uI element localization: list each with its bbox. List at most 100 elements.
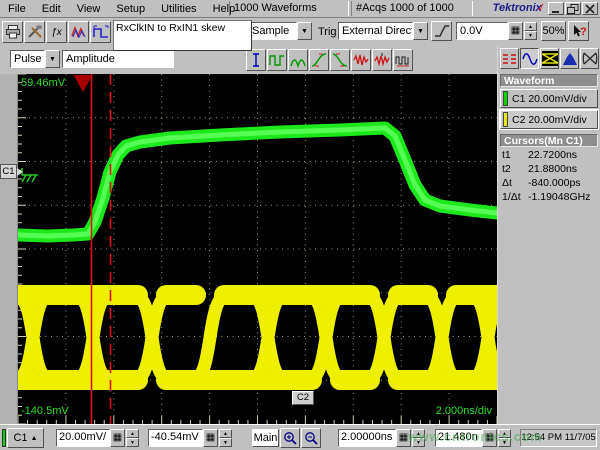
oscilloscope-app: File Edit View Setup Utilities Help 1000…	[0, 0, 600, 450]
waveform-view-button[interactable]	[520, 48, 539, 69]
trigger-level-input[interactable]: 0.0V	[456, 22, 508, 40]
vertical-scale-keypad-button[interactable]: ▦	[110, 429, 125, 447]
channel-select-button[interactable]: C1 ▲	[7, 428, 44, 448]
rise-time-icon	[311, 52, 327, 68]
top-voltage-label: 59.46mV	[21, 77, 65, 89]
c2-waveform-tag[interactable]: C2	[292, 391, 314, 405]
magnifier-minus-icon	[304, 431, 319, 446]
horizontal-scale-keypad-button[interactable]: ▦	[396, 429, 411, 447]
graticule-left-margin	[0, 74, 18, 424]
histogram-button[interactable]	[560, 48, 579, 69]
meas-period-button[interactable]	[267, 49, 287, 71]
measurement-tooltip: RxClkIN to RxIN1 skew	[113, 20, 252, 51]
fall-time-icon	[332, 52, 348, 68]
mask-test-button[interactable]	[580, 48, 599, 69]
horizontal-position-spinner[interactable]: ▲▼	[498, 429, 511, 447]
channel-c2-button[interactable]: C2 20.00mV/div	[500, 110, 598, 129]
chevron-up-icon: ▲	[31, 435, 38, 442]
cursor-row-t2: t221.8800ns	[502, 162, 598, 176]
main-view-button[interactable]: Main	[252, 429, 279, 447]
meas-fall-time-button[interactable]	[330, 49, 350, 71]
acquisition-mode-select[interactable]: Sample ▼	[248, 22, 312, 40]
cursors-mode-button[interactable]	[500, 48, 519, 69]
double-peak-icon	[290, 52, 306, 68]
rising-edge-icon	[434, 24, 450, 38]
tools-icon	[27, 25, 43, 39]
acquisition-toolbar: ƒx Sample ▼ Trig External Direct ▼ 0.0V …	[0, 18, 600, 46]
cursor-row-inv-dt: 1/Δt-1.19048GHz	[502, 190, 598, 204]
menu-view[interactable]: View	[69, 1, 109, 17]
vertical-scale-input[interactable]: 20.00mV/	[56, 429, 110, 447]
menu-file[interactable]: File	[0, 1, 34, 17]
minimize-button[interactable]	[548, 2, 564, 15]
spin-down-icon[interactable]: ▼	[524, 31, 537, 40]
zoom-out-button[interactable]	[301, 428, 321, 448]
menu-bar: File Edit View Setup Utilities Help 1000…	[0, 0, 600, 18]
menu-utilities[interactable]: Utilities	[153, 1, 204, 17]
scope-canvas[interactable]	[18, 74, 497, 424]
measurement-category-select[interactable]: Pulse ▼	[10, 50, 60, 68]
waveform-display: 59.46mV -140.5mV 2.000ns/div C2	[18, 74, 497, 424]
trigger-source-value: External Direct	[338, 22, 413, 40]
printer-icon	[5, 25, 21, 39]
c1-status-stripe	[2, 429, 6, 447]
vertical-offset-spinner[interactable]: ▲▼	[219, 429, 232, 447]
acquisition-mode-dropdown-icon[interactable]: ▼	[297, 22, 312, 40]
clock-readout: 12:54 PM 11/7/05	[520, 429, 597, 447]
math-function-button[interactable]: ƒx	[46, 21, 67, 43]
timebase-label: 2.000ns/div	[436, 405, 492, 417]
waveform-button[interactable]	[68, 21, 89, 43]
meas-rise-time-button[interactable]	[309, 49, 329, 71]
setup-tools-button[interactable]	[24, 21, 45, 43]
eye-mask-icon	[582, 51, 598, 66]
eye-pattern-button[interactable]	[540, 48, 559, 69]
spin-up-icon[interactable]: ▲	[524, 22, 537, 31]
fx-icon: ƒx	[51, 27, 62, 38]
measurement-category-dropdown-icon[interactable]: ▼	[45, 50, 60, 68]
keypad-icon: ▦	[399, 432, 408, 443]
zoom-in-button[interactable]	[280, 428, 300, 448]
meas-burst-button[interactable]	[288, 49, 308, 71]
cursor-row-t1: t122.7200ns	[502, 148, 598, 162]
amplitude-icon	[249, 52, 263, 68]
context-help-button[interactable]: ?	[568, 21, 589, 41]
set-50-percent-button[interactable]: 50%	[541, 21, 566, 41]
channel-c1-button[interactable]: C1 20.00mV/div	[500, 89, 598, 108]
pulse-capture-button[interactable]	[90, 21, 111, 43]
c1-color-chip	[503, 91, 508, 106]
trigger-level-keypad-button[interactable]: ▦	[508, 22, 523, 40]
meas-jitter-button[interactable]	[372, 49, 392, 71]
keypad-icon: ▦	[113, 432, 122, 443]
trigger-source-dropdown-icon[interactable]: ▼	[413, 22, 428, 40]
menu-edit[interactable]: Edit	[34, 1, 69, 17]
horizontal-scale-input[interactable]: 2.00000ns	[338, 429, 396, 447]
vertical-offset-input[interactable]: -40.54mV	[148, 429, 203, 447]
right-panel: Waveform C1 20.00mV/div C2 20.00mV/div C…	[497, 46, 600, 424]
horizontal-position-keypad-button[interactable]: ▦	[482, 429, 497, 447]
measurement-select[interactable]: Amplitude	[62, 50, 174, 68]
print-button[interactable]	[2, 21, 23, 43]
cursor-row-dt: Δt-840.000ps	[502, 176, 598, 190]
trigger-level-spinner[interactable]: ▲▼	[524, 22, 537, 40]
meas-noise-button[interactable]	[351, 49, 371, 71]
restore-button[interactable]	[565, 2, 581, 15]
tektronix-logo: Tektronix✓	[493, 1, 546, 16]
measurement-category-value: Pulse	[10, 50, 45, 68]
horizontal-position-input[interactable]: 21.480n	[435, 429, 482, 447]
vertical-scale-spinner[interactable]: ▲▼	[126, 429, 139, 447]
waveform-count-readout: 1000 Waveforms	[229, 1, 349, 16]
trigger-source-select[interactable]: External Direct ▼	[338, 22, 428, 40]
horizontal-scale-spinner[interactable]: ▲▼	[412, 429, 425, 447]
trigger-slope-button[interactable]	[431, 21, 452, 41]
help-pointer-icon: ?	[571, 24, 586, 38]
close-button[interactable]	[582, 2, 598, 15]
c1-position-marker[interactable]: C1	[0, 164, 17, 179]
keypad-icon: ▦	[485, 432, 494, 443]
restore-icon	[567, 4, 579, 14]
meas-pulse-train-button[interactable]	[393, 49, 413, 71]
menu-setup[interactable]: Setup	[108, 1, 153, 17]
cursor-readouts: t122.7200ns t221.8800ns Δt-840.000ps 1/Δ…	[502, 148, 598, 204]
meas-amplitude-button[interactable]	[246, 49, 266, 71]
pulse-icon	[93, 25, 109, 39]
vertical-offset-keypad-button[interactable]: ▦	[203, 429, 218, 447]
